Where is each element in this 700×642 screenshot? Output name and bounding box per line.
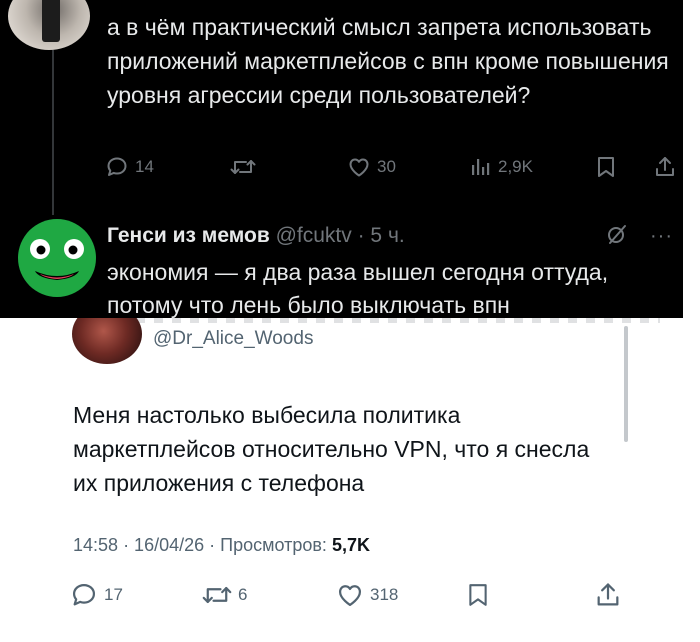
- like-button[interactable]: 30: [347, 152, 396, 182]
- bookmark-button[interactable]: [466, 580, 490, 610]
- share-button[interactable]: [653, 152, 677, 182]
- light-tweet: @Dr_Alice_Woods Меня настолько выбесила …: [0, 318, 700, 642]
- like-icon: [336, 581, 364, 609]
- avatar[interactable]: [72, 318, 142, 364]
- repost-button[interactable]: 6: [202, 580, 247, 610]
- tweet-actions: 14 30 2,9K: [105, 152, 683, 182]
- more-icon[interactable]: ···: [650, 226, 673, 246]
- share-icon: [653, 155, 677, 179]
- views-button[interactable]: 2,9K: [470, 152, 533, 182]
- tweet-text: Меня настолько выбесила политика маркетп…: [73, 402, 590, 496]
- tweet-actions: 17 6 318: [70, 580, 630, 612]
- tweet-header-actions: ···: [606, 221, 673, 251]
- author-handle[interactable]: @Dr_Alice_Woods: [153, 328, 313, 350]
- reply-button[interactable]: 14: [105, 152, 154, 182]
- bookmark-icon: [466, 581, 490, 609]
- grok-icon[interactable]: [606, 223, 628, 250]
- like-count: 318: [370, 585, 399, 604]
- avatar[interactable]: [8, 0, 90, 50]
- reply-icon: [105, 155, 129, 179]
- views-count: 2,9K: [498, 157, 533, 176]
- like-count: 30: [377, 157, 396, 176]
- bookmark-icon: [595, 155, 617, 179]
- author-name[interactable]: Генси из мемов: [107, 224, 270, 247]
- tweet-text: экономия — я два раза вышел сегодня отту…: [107, 259, 609, 318]
- bookmark-button[interactable]: [595, 152, 617, 182]
- thread-connector: [52, 50, 54, 215]
- reply-count: 17: [104, 585, 123, 604]
- scrollbar[interactable]: [624, 326, 628, 442]
- repost-icon: [202, 581, 232, 609]
- reply-count: 14: [135, 157, 154, 176]
- author-handle[interactable]: @fcuktv: [276, 224, 352, 247]
- views-value: 5,7K: [331, 535, 370, 555]
- share-button[interactable]: [594, 580, 622, 610]
- views-icon: [470, 155, 492, 179]
- tweet-meta: 14:58 · 16/04/26 · Просмотров: 5,7K: [73, 535, 370, 556]
- repost-icon: [230, 155, 256, 179]
- repost-count: 6: [238, 585, 248, 604]
- dark-tweet-thread: а в чём практический смысл запрета испол…: [0, 0, 683, 318]
- tweet-time[interactable]: 14:58: [73, 535, 118, 555]
- tweet-time[interactable]: · 5 ч.: [358, 224, 405, 247]
- views-label: Просмотров:: [220, 535, 327, 555]
- cropped-text-remnant: [100, 318, 660, 323]
- tweet-text: а в чём практический смысл запрета испол…: [107, 14, 669, 108]
- tweet-date[interactable]: · 16/04/26 ·: [123, 535, 215, 555]
- like-icon: [347, 155, 371, 179]
- repost-button[interactable]: [230, 152, 256, 182]
- frog-face-icon: [30, 239, 84, 280]
- tweet-header: Генси из мемов @fcuktv · 5 ч.: [107, 221, 667, 251]
- reply-icon: [70, 581, 98, 609]
- avatar[interactable]: [18, 219, 96, 297]
- share-icon: [594, 581, 622, 609]
- reply-button[interactable]: 17: [70, 580, 123, 610]
- like-button[interactable]: 318: [336, 580, 398, 610]
